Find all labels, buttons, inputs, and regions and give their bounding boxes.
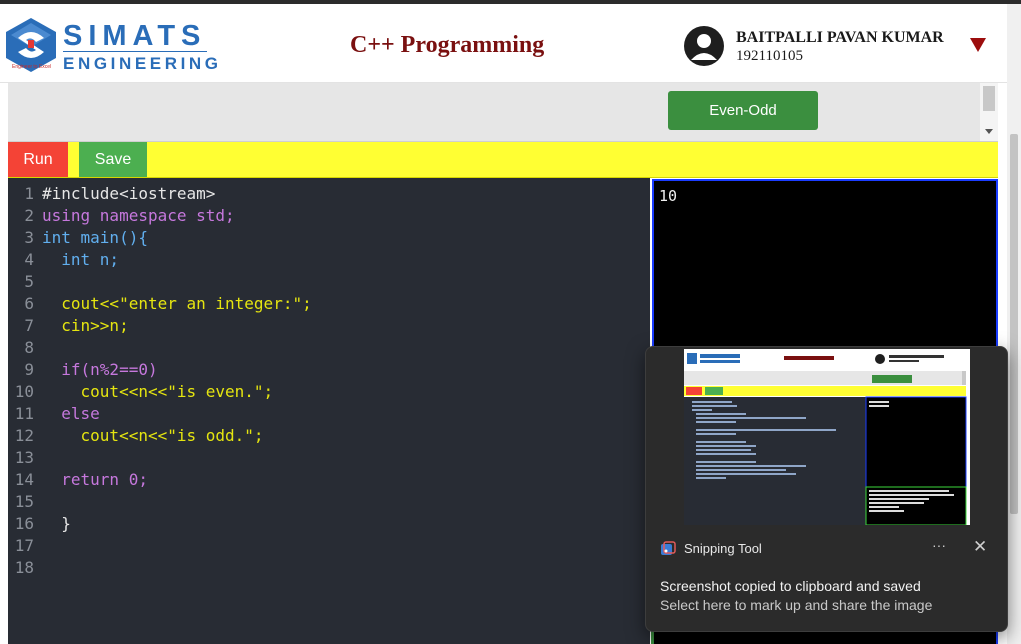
brand-subtitle: ENGINEERING [63, 54, 222, 73]
output-text: 10 [659, 187, 678, 205]
line-number: 2 [24, 206, 34, 225]
toast-app-name: Snipping Tool [684, 541, 762, 556]
page-scrollbar-thumb[interactable] [1010, 134, 1018, 514]
code-text[interactable]: cout<<n<<"is odd."; [42, 426, 264, 445]
brand-name: SIMATS [63, 20, 207, 52]
toast-subtitle[interactable]: Select here to mark up and share the ima… [660, 597, 932, 613]
line-number: 18 [14, 558, 34, 577]
code-line[interactable]: 1 #include<iostream> [8, 183, 215, 205]
code-text[interactable]: if(n%2==0) [42, 360, 157, 379]
page-title: C++ Programming [350, 32, 545, 58]
save-button[interactable]: Save [79, 142, 147, 177]
code-text[interactable]: int main(){ [42, 228, 148, 247]
scroll-down-arrow-icon[interactable] [985, 129, 993, 134]
code-text[interactable]: int n; [42, 250, 119, 269]
close-icon[interactable]: ✕ [973, 537, 987, 557]
code-text[interactable]: #include<iostream> [42, 184, 215, 203]
caret-down-icon[interactable] [970, 38, 986, 52]
code-line[interactable]: 2 using namespace std; [8, 205, 235, 227]
snipping-tool-notification[interactable]: Snipping Tool ··· ✕ Screenshot copied to… [645, 346, 1008, 632]
brand-tagline: Engineer to Excel [12, 64, 52, 70]
code-text[interactable]: return 0; [42, 470, 148, 489]
line-number: 10 [14, 382, 34, 401]
toast-title[interactable]: Screenshot copied to clipboard and saved [660, 578, 921, 594]
line-number: 9 [24, 360, 34, 379]
code-line[interactable]: 8 [8, 337, 42, 359]
line-number: 7 [24, 316, 34, 335]
line-number: 13 [14, 448, 34, 467]
user-id: 192110105 [736, 48, 803, 64]
question-button[interactable]: Even-Odd [668, 91, 818, 130]
app-header: SIMATS ENGINEERING Engineer to Excel C++… [0, 4, 1007, 83]
code-text[interactable]: } [42, 514, 71, 533]
code-line[interactable]: 10 cout<<n<<"is even."; [8, 381, 273, 403]
screenshot-thumbnail[interactable] [684, 349, 970, 525]
line-number: 14 [14, 470, 34, 489]
code-line[interactable]: 17 [8, 535, 42, 557]
code-text[interactable]: cout<<"enter an integer:"; [42, 294, 311, 313]
code-line[interactable]: 14 return 0; [8, 469, 148, 491]
code-line[interactable]: 9 if(n%2==0) [8, 359, 157, 381]
question-scrollbar[interactable] [980, 83, 998, 141]
code-text[interactable]: using namespace std; [42, 206, 235, 225]
code-line[interactable]: 16 } [8, 513, 71, 535]
code-line[interactable]: 7 cin>>n; [8, 315, 128, 337]
code-line[interactable]: 18 [8, 557, 42, 579]
code-line[interactable]: 3 int main(){ [8, 227, 148, 249]
user-name: BAITPALLI PAVAN KUMAR [736, 29, 944, 46]
code-text[interactable]: cout<<n<<"is even."; [42, 382, 274, 401]
line-number: 17 [14, 536, 34, 555]
line-number: 12 [14, 426, 34, 445]
run-button[interactable]: Run [8, 142, 68, 177]
line-number: 11 [14, 404, 34, 423]
line-number: 6 [24, 294, 34, 313]
line-number: 4 [24, 250, 34, 269]
code-line[interactable]: 12 cout<<n<<"is odd."; [8, 425, 264, 447]
code-editor[interactable]: 1 #include<iostream> 2 using namespace std… [8, 178, 650, 644]
line-number: 16 [14, 514, 34, 533]
code-line[interactable]: 15 [8, 491, 42, 513]
user-avatar-icon[interactable] [684, 26, 724, 66]
page-scrollbar[interactable] [1007, 4, 1021, 644]
code-line[interactable]: 4 int n; [8, 249, 119, 271]
line-number: 1 [24, 184, 34, 203]
line-number: 8 [24, 338, 34, 357]
question-panel: Even-Odd [8, 83, 998, 142]
line-number: 15 [14, 492, 34, 511]
more-options-icon[interactable]: ··· [932, 537, 946, 553]
question-scrollbar-thumb[interactable] [983, 86, 995, 111]
code-line[interactable]: 6 cout<<"enter an integer:"; [8, 293, 311, 315]
brand-divider [63, 51, 207, 52]
editor-toolbar: Run Save [8, 142, 998, 178]
line-number: 3 [24, 228, 34, 247]
output-border-edge [651, 630, 654, 644]
code-line[interactable]: 5 [8, 271, 42, 293]
code-line[interactable]: 11 else [8, 403, 100, 425]
line-number: 5 [24, 272, 34, 291]
code-line[interactable]: 13 [8, 447, 42, 469]
code-text[interactable]: else [42, 404, 100, 423]
code-text[interactable]: cin>>n; [42, 316, 128, 335]
snipping-tool-icon [661, 541, 676, 555]
